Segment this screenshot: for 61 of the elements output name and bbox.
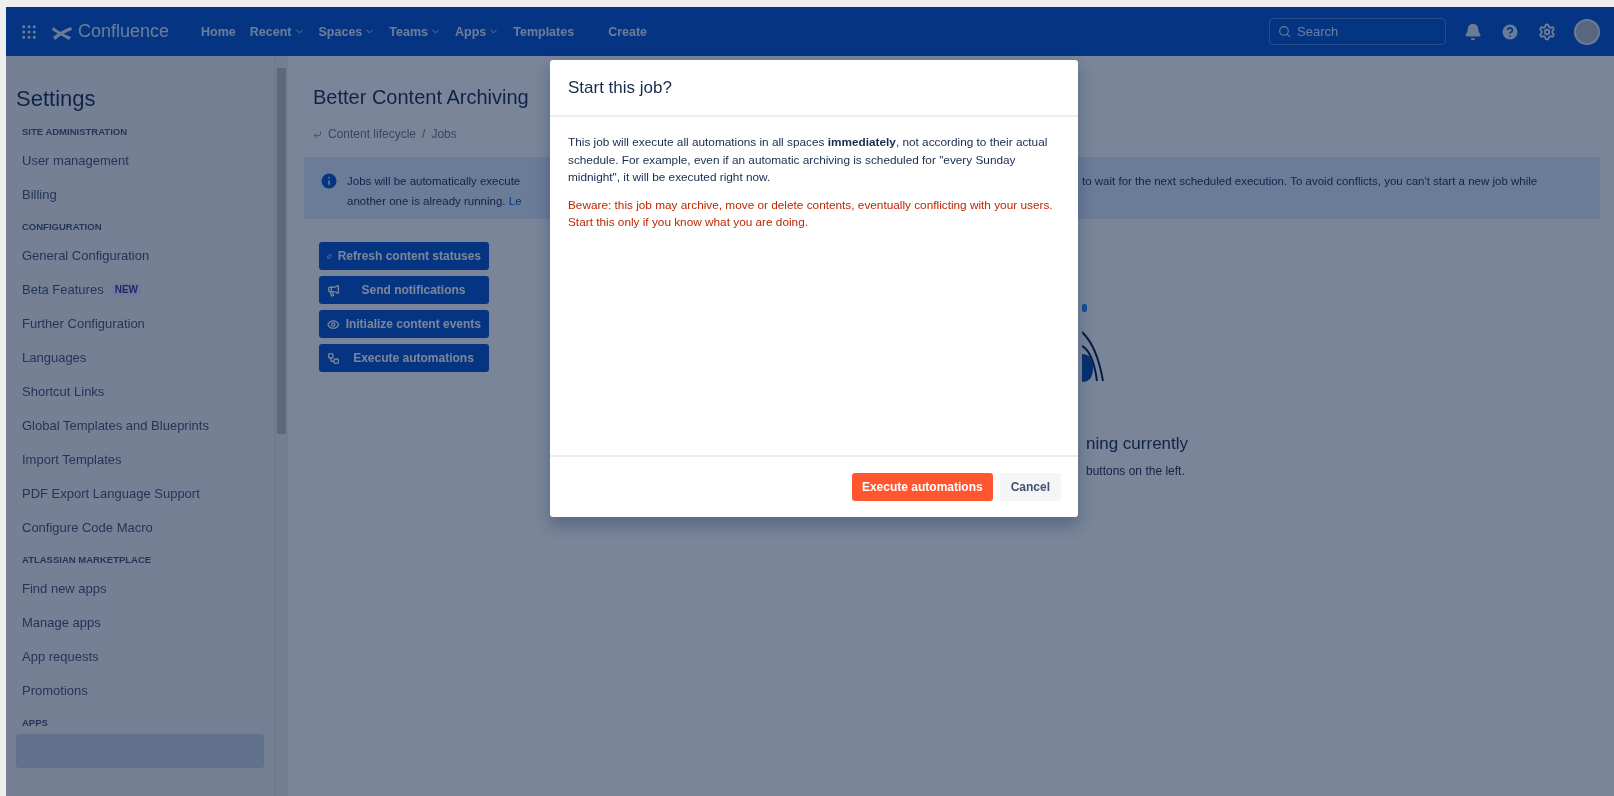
new-badge: NEW xyxy=(111,282,141,296)
return-arrow-icon xyxy=(313,129,322,139)
scrollbar[interactable] xyxy=(274,56,288,796)
product-name[interactable]: Confluence xyxy=(78,21,170,42)
section-heading: APPS xyxy=(22,716,49,728)
sidebar-item[interactable]: Import Templates xyxy=(16,442,264,476)
nav-menu-item[interactable]: Apps xyxy=(448,18,506,45)
job-button[interactable]: Initialize content events xyxy=(319,310,489,338)
breadcrumb-link[interactable]: Jobs xyxy=(431,127,457,141)
job-button[interactable]: Execute automations xyxy=(319,344,489,372)
info-icon xyxy=(319,171,339,191)
info-text: Jobs will be automatically execute xyxy=(347,174,522,189)
bell-icon[interactable] xyxy=(1464,22,1482,41)
empty-state-text: buttons on the left. xyxy=(1086,464,1186,478)
section-heading: ATLASSIAN MARKETPLACE xyxy=(22,553,153,565)
search-field[interactable]: Search xyxy=(1269,18,1446,45)
breadcrumb-link[interactable]: Content lifecycle xyxy=(328,127,417,141)
sidebar-item[interactable]: PDF Export Language Support xyxy=(16,476,264,510)
search-icon xyxy=(1278,25,1291,38)
cancel-button[interactable]: Cancel xyxy=(999,473,1061,501)
breadcrumb-separator: / xyxy=(422,127,426,141)
eye-icon xyxy=(327,317,340,331)
workflow-icon xyxy=(327,351,340,365)
sidebar-item[interactable]: User management xyxy=(16,143,264,177)
dialog-warning: Beware: this job may archive, move or delete contents, eventually conflicting with your users. Start this only if you know what you are doing. xyxy=(568,196,1054,231)
sidebar-item[interactable]: Promotions xyxy=(16,673,264,707)
sidebar-item[interactable]: Global Templates and Blueprints xyxy=(16,408,264,442)
sidebar-item[interactable]: Shortcut Links xyxy=(16,374,264,408)
sidebar-item[interactable]: App requests xyxy=(16,639,264,673)
sidebar-item[interactable]: Billing xyxy=(16,177,264,211)
nav-menu-item[interactable]: Templates xyxy=(507,18,581,45)
sidebar-item[interactable]: Manage apps xyxy=(16,605,264,639)
nav-menu-item[interactable]: Recent xyxy=(243,18,311,45)
sidebar-item[interactable]: Beta Features NEW xyxy=(16,272,264,306)
execute-button[interactable]: Execute automations xyxy=(851,473,993,501)
empty-state-heading: ning currently xyxy=(1086,434,1189,454)
learn-more-link[interactable]: Le xyxy=(508,195,522,207)
info-text: another one is already running. Le xyxy=(347,194,523,209)
dialog-message: This job will execute all automations in all spaces immediately, not according to their actual schedule. For example, even if an automatic archiving is scheduled for "every Sunday midnight", it will be executed right now. xyxy=(568,134,1049,186)
dialog-title: Start this job? xyxy=(568,77,672,98)
nav-menu-item[interactable]: Create xyxy=(602,18,654,45)
sidebar-item[interactable]: Find new apps xyxy=(16,571,264,605)
app-switcher-icon[interactable] xyxy=(20,22,38,41)
megaphone-icon xyxy=(327,283,340,297)
sidebar-item[interactable]: General Configuration xyxy=(16,238,264,272)
job-button[interactable]: Send notifications xyxy=(319,276,489,304)
help-icon[interactable] xyxy=(1500,21,1520,42)
nav-menu-item[interactable]: Spaces xyxy=(312,18,382,45)
section-heading: SITE ADMINISTRATION xyxy=(22,126,129,137)
page-title: Better Content Archiving xyxy=(313,86,529,109)
job-button[interactable]: Refresh content statuses xyxy=(319,242,489,270)
sidebar-item[interactable]: Languages xyxy=(16,340,264,374)
nav-menu-item[interactable]: Home xyxy=(195,18,242,45)
sidebar-title: Settings xyxy=(16,86,97,112)
info-text: to wait for the next scheduled execution. To avoid conflicts, you can't start a new job while xyxy=(1082,174,1538,189)
section-heading: CONFIGURATION xyxy=(22,220,103,232)
sidebar-item[interactable]: Configure Code Macro xyxy=(16,510,264,544)
settings-icon[interactable] xyxy=(1538,22,1556,41)
sidebar-item[interactable]: Further Configuration xyxy=(16,306,264,340)
avatar[interactable] xyxy=(1574,18,1600,45)
nav-menu-item[interactable]: Teams xyxy=(383,18,447,45)
